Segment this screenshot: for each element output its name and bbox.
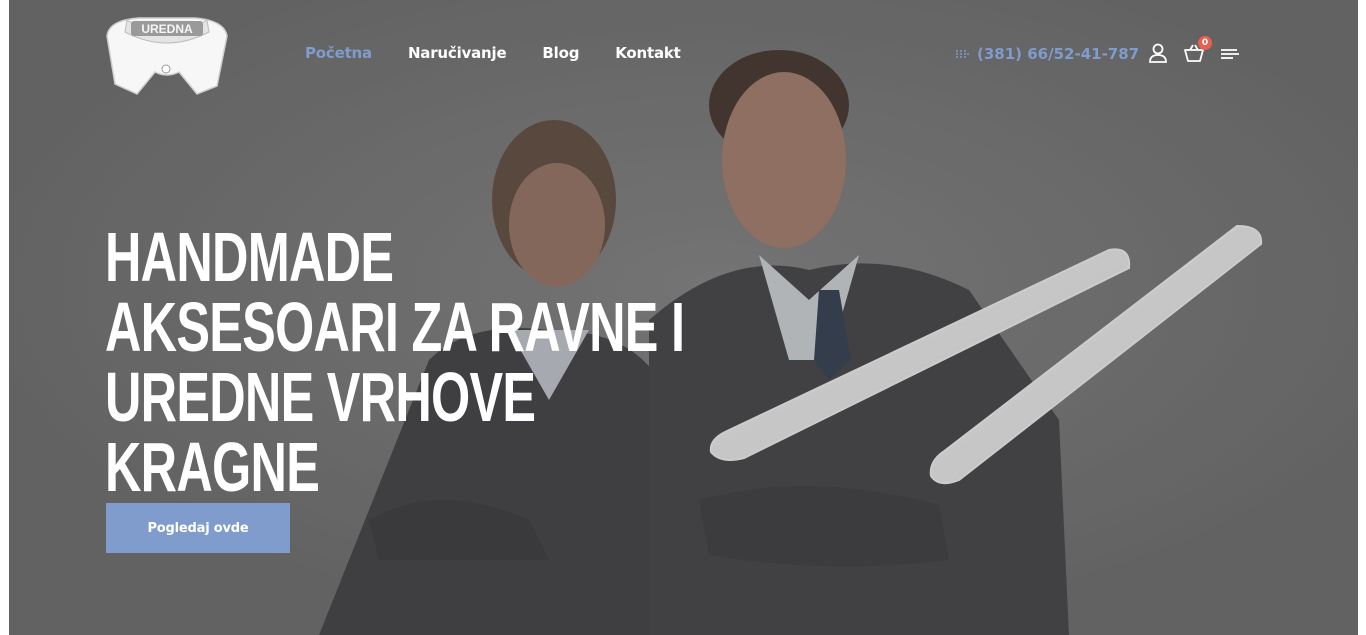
- headline-line: KRAGNE: [105, 428, 320, 506]
- hero-headline: HANDMADE AKSESOARI ZA RAVNE I UREDNE VRH…: [105, 218, 685, 506]
- nav-item-pocetna[interactable]: Početna: [305, 44, 372, 62]
- hero-section: UREDNA Početna Naručivanje Blog Kontakt …: [9, 0, 1358, 635]
- headline-line: HANDMADE: [105, 218, 394, 296]
- menu-icon[interactable]: [1219, 42, 1241, 64]
- header-phone[interactable]: (381) 66/52-41-787: [955, 45, 1139, 63]
- cart-icon[interactable]: 0: [1183, 36, 1212, 64]
- phone-number[interactable]: (381) 66/52-41-787: [977, 45, 1139, 63]
- headline-line: AKSESOARI ZA RAVNE I: [105, 288, 685, 366]
- header-icons: 0: [1147, 36, 1241, 64]
- logo[interactable]: UREDNA: [99, 14, 234, 96]
- dialpad-icon: [956, 50, 969, 58]
- cart-count-badge: 0: [1198, 36, 1212, 50]
- nav-item-kontakt[interactable]: Kontakt: [615, 44, 681, 62]
- pogledaj-ovde-button[interactable]: Pogledaj ovde: [106, 503, 290, 553]
- nav-item-narucivanje[interactable]: Naručivanje: [408, 44, 507, 62]
- user-icon[interactable]: [1147, 42, 1169, 64]
- main-nav: Početna Naručivanje Blog Kontakt: [305, 44, 681, 62]
- nav-item-blog[interactable]: Blog: [542, 44, 579, 62]
- headline-line: UREDNE VRHOVE: [105, 358, 536, 436]
- logo-text: UREDNA: [141, 22, 193, 36]
